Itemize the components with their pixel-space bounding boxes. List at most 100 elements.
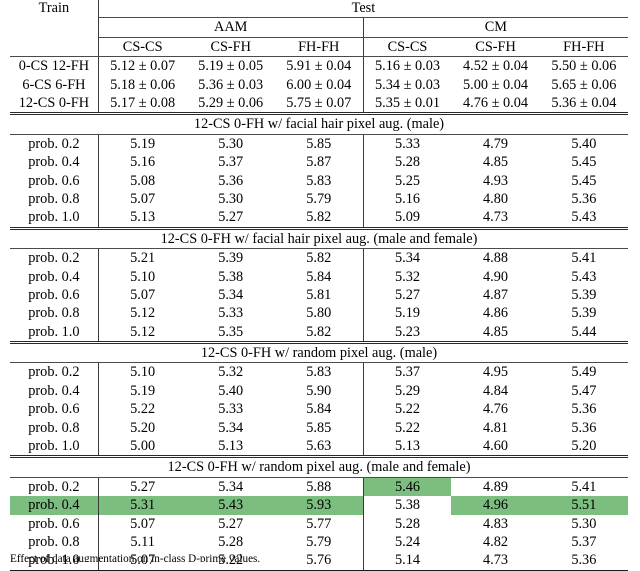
row-label: prob. 0.8 (28, 190, 80, 207)
cell-value: 5.80 (306, 305, 332, 322)
cell-value: 5.16 (362, 189, 452, 209)
row-label: 12-CS 0-FH (10, 93, 99, 116)
cell-value: 4.93 (483, 172, 509, 189)
cell-value: 5.36 (571, 401, 597, 418)
cell-value: 5.24 (362, 532, 452, 552)
table-row: prob. 0.2 5.27 5.34 5.88 5.46 4.89 5.41 (10, 477, 628, 497)
cell-value: 4.80 (483, 190, 509, 207)
table-row: 12-CS 0-FH 5.17 ± 0.08 5.29 ± 0.06 5.75 ± 0… (10, 93, 628, 116)
cell-value: 5.36 ± 0.03 (198, 76, 264, 93)
cell-value: 5.21 (97, 248, 187, 268)
cell-value: 5.30 (571, 515, 597, 532)
cell-value: 5.29 (362, 381, 452, 401)
cell-value: 5.88 (306, 478, 332, 495)
table-row: prob. 0.4 5.10 5.38 5.84 5.32 4.90 5.43 (10, 267, 628, 286)
cell-value: 5.27 (97, 477, 187, 497)
cell-value: 5.33 (218, 305, 244, 322)
cell-value: 5.10 (97, 362, 187, 382)
section-header-row: 12-CS 0-FH w/ random pixel aug. (male) (10, 342, 628, 364)
cell-value: 5.32 (362, 267, 452, 286)
cell-value: 5.28 (218, 533, 244, 550)
cell-value: 4.82 (483, 533, 509, 550)
cell-value: 5.41 (571, 478, 597, 495)
cell-value: 5.19 (97, 134, 187, 154)
section-title: 12-CS 0-FH w/ random pixel aug. (male) (10, 342, 628, 364)
section-title: 12-CS 0-FH w/ facial hair pixel aug. (ma… (10, 113, 628, 135)
cell-value: 5.38 (362, 496, 452, 515)
cell-value: 5.39 (218, 250, 244, 267)
header-group-spacer (10, 18, 98, 37)
cell-value: 5.39 (571, 305, 597, 322)
cell-value: 5.22 (362, 418, 452, 437)
section-header-row: 12-CS 0-FH w/ facial hair pixel aug. (ma… (10, 113, 628, 135)
cell-value: 5.13 (186, 436, 275, 459)
cell-value: 4.96 (451, 496, 540, 515)
table-row: prob. 0.2 5.19 5.30 5.85 5.33 4.79 5.40 (10, 134, 628, 154)
row-label: prob. 1.0 (10, 208, 99, 230)
cell-value: 5.81 (306, 286, 332, 303)
header-subcol-spacer (10, 37, 99, 58)
table-row: prob. 0.2 5.21 5.39 5.82 5.34 4.88 5.41 (10, 248, 628, 268)
cell-value: 5.41 (571, 250, 597, 267)
table-row: prob. 1.0 5.12 5.35 5.82 5.23 4.85 5.44 (10, 322, 628, 345)
cell-value: 5.77 (306, 515, 332, 532)
cell-value: 5.43 (571, 268, 597, 285)
cell-value: 5.12 (97, 322, 187, 345)
section-header-row: 12-CS 0-FH w/ facial hair pixel aug. (ma… (10, 228, 628, 250)
cell-value: 5.44 (539, 322, 628, 345)
results-table: Train Test AAM CM CS-CS CS-FH FH-FH CS-C… (10, 0, 628, 571)
row-label: prob. 1.0 (10, 436, 99, 459)
table-row: prob. 0.8 5.11 5.28 5.79 5.24 4.82 5.37 (10, 532, 628, 552)
row-label: prob. 1.0 (10, 322, 99, 345)
section-header-row: 12-CS 0-FH w/ random pixel aug. (male an… (10, 456, 628, 478)
cell-value: 5.13 (362, 436, 452, 459)
table-row: prob. 0.8 5.20 5.34 5.85 5.22 4.81 5.36 (10, 418, 628, 437)
header-subcol-aam-cs-fh: CS-FH (186, 37, 275, 58)
table-row: prob. 0.6 5.07 5.34 5.81 5.27 4.87 5.39 (10, 285, 628, 305)
cell-value: 5.36 (218, 172, 244, 189)
cell-value: 5.39 (571, 286, 597, 303)
cell-value: 6.00 ± 0.04 (286, 76, 352, 93)
cell-value: 5.34 ± 0.03 (362, 75, 452, 94)
row-label: prob. 0.4 (28, 268, 80, 285)
row-label: prob. 0.6 (28, 172, 80, 189)
cell-value: 5.19 (97, 381, 187, 401)
row-label: prob. 0.2 (28, 478, 80, 495)
header-subcol-aam-fh-fh: FH-FH (274, 37, 364, 58)
header-row-subcols: CS-CS CS-FH FH-FH CS-CS CS-FH FH-FH (10, 37, 628, 58)
cell-value: 4.90 (483, 268, 509, 285)
table-row: prob. 1.0 5.00 5.13 5.63 5.13 4.60 5.20 (10, 436, 628, 459)
cell-value: 5.07 (97, 285, 187, 305)
header-subcol-aam-cs-cs: CS-CS (97, 37, 187, 58)
table-row: prob. 0.6 5.22 5.33 5.84 5.22 4.76 5.36 (10, 400, 628, 419)
cell-value: 5.75 ± 0.07 (274, 93, 364, 116)
cell-value: 5.87 (306, 154, 332, 171)
row-label: prob. 0.2 (28, 135, 80, 152)
row-label: prob. 0.4 (28, 382, 80, 399)
cell-value: 5.45 (571, 172, 597, 189)
results-table-body: 0-CS 12-FH 5.12 ± 0.07 5.19 ± 0.05 5.91 ± 0… (10, 56, 628, 571)
cell-value: 4.83 (483, 515, 509, 532)
cell-value: 5.17 ± 0.08 (97, 93, 187, 116)
cell-value: 4.76 (483, 401, 509, 418)
cell-value: 5.85 (306, 419, 332, 436)
cell-value: 5.22 (97, 400, 187, 419)
cell-value: 4.88 (483, 250, 509, 267)
cell-value: 5.34 (218, 478, 244, 495)
row-label: prob. 0.4 (28, 154, 80, 171)
header-subcol-cm-fh-fh: FH-FH (539, 37, 628, 58)
cell-value: 5.32 (218, 364, 244, 381)
header-train: Train (10, 0, 99, 18)
cell-value: 5.37 (362, 362, 452, 382)
table-row: prob. 0.6 5.07 5.27 5.77 5.28 4.83 5.30 (10, 514, 628, 533)
cell-value: 5.19 (362, 304, 452, 323)
cell-value: 5.83 (306, 172, 332, 189)
cell-value: 5.10 (97, 267, 187, 286)
cell-value: 5.63 (274, 436, 364, 459)
cell-value: 5.49 (571, 364, 597, 381)
cell-value: 5.11 (97, 532, 187, 552)
cell-value: 5.29 ± 0.06 (186, 93, 275, 116)
cell-value: 5.43 (539, 208, 628, 230)
cell-value: 5.40 (571, 135, 597, 152)
cell-value: 5.45 (571, 154, 597, 171)
